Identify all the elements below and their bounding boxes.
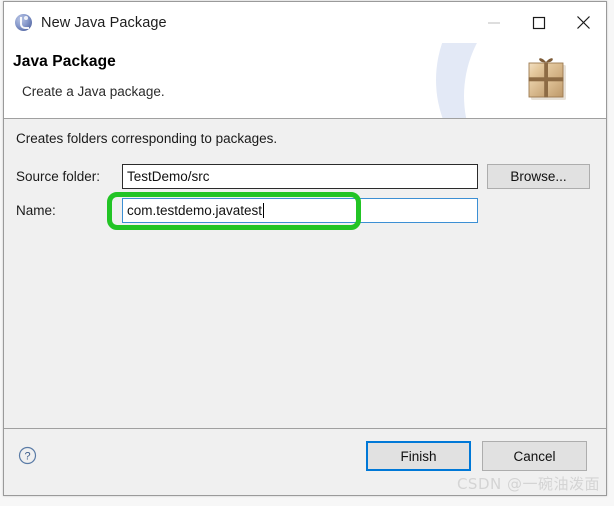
help-circle-icon[interactable]: ? <box>18 446 37 465</box>
header-title: Java Package <box>13 53 116 70</box>
body-description: Creates folders corresponding to package… <box>16 131 278 146</box>
text-caret <box>263 203 265 218</box>
source-folder-input[interactable]: TestDemo/src <box>122 164 478 189</box>
dialog-titlebar[interactable]: New Java Package <box>4 2 606 43</box>
minimize-button[interactable] <box>471 2 516 43</box>
package-name-label: Name: <box>16 203 56 218</box>
new-java-package-dialog: New Java Package Java Package Create a J… <box>3 1 607 496</box>
svg-text:?: ? <box>24 451 30 463</box>
source-folder-row: Source folder: TestDemo/src <box>16 164 478 189</box>
maximize-button[interactable] <box>516 2 561 43</box>
close-button[interactable] <box>561 2 606 43</box>
maximize-icon <box>532 16 545 29</box>
dialog-footer: ? Finish Cancel CSDN @一碗油泼面 <box>4 428 606 495</box>
window-controls <box>471 2 606 43</box>
finish-button[interactable]: Finish <box>366 441 471 471</box>
package-box-icon <box>528 58 566 100</box>
source-folder-label: Source folder: <box>16 169 101 184</box>
screenshot-canvas: New Java Package Java Package Create a J… <box>0 0 614 506</box>
close-icon <box>577 16 590 29</box>
csdn-watermark: CSDN @一碗油泼面 <box>456 475 600 493</box>
cancel-button[interactable]: Cancel <box>482 441 587 471</box>
package-name-value: com.testdemo.javatest <box>127 203 263 218</box>
package-name-row: Name: com.testdemo.javatest <box>16 198 478 223</box>
java-package-icon <box>15 14 32 31</box>
window-title: New Java Package <box>41 14 167 31</box>
browse-button[interactable]: Browse... <box>487 164 590 189</box>
dialog-body: Creates folders corresponding to package… <box>4 119 606 428</box>
package-name-input[interactable]: com.testdemo.javatest <box>122 198 478 223</box>
minimize-icon <box>487 21 500 24</box>
dialog-header: Java Package Create a Java package. <box>4 43 606 119</box>
header-subtitle: Create a Java package. <box>22 84 165 99</box>
